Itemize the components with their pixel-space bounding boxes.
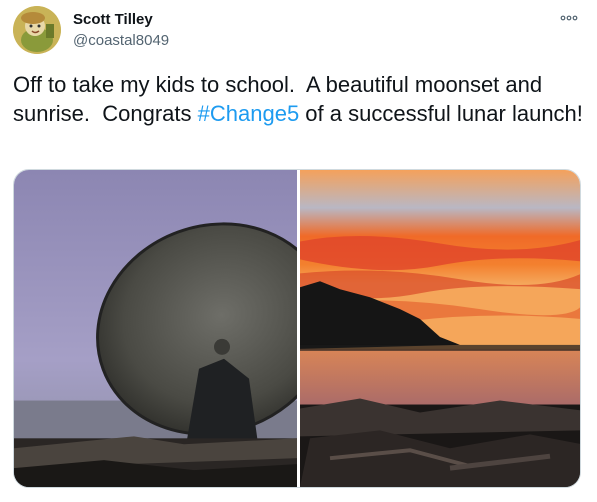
photo-sunrise[interactable] <box>300 170 580 487</box>
photo-satellite-dish[interactable] <box>14 170 297 487</box>
author-name[interactable]: Scott Tilley <box>73 11 153 28</box>
tweet: Scott Tilley @coastal8049 Off to take my… <box>0 0 597 502</box>
tweet-text-after: of a successful lunar launch! <box>299 101 583 126</box>
more-options-icon[interactable] <box>557 8 581 28</box>
author-handle[interactable]: @coastal8049 <box>73 32 169 49</box>
tweet-text: Off to take my kids to school. A beautif… <box>13 70 588 128</box>
hashtag-link[interactable]: #Change5 <box>198 101 300 126</box>
media-grid <box>13 169 581 488</box>
avatar[interactable] <box>13 6 61 54</box>
